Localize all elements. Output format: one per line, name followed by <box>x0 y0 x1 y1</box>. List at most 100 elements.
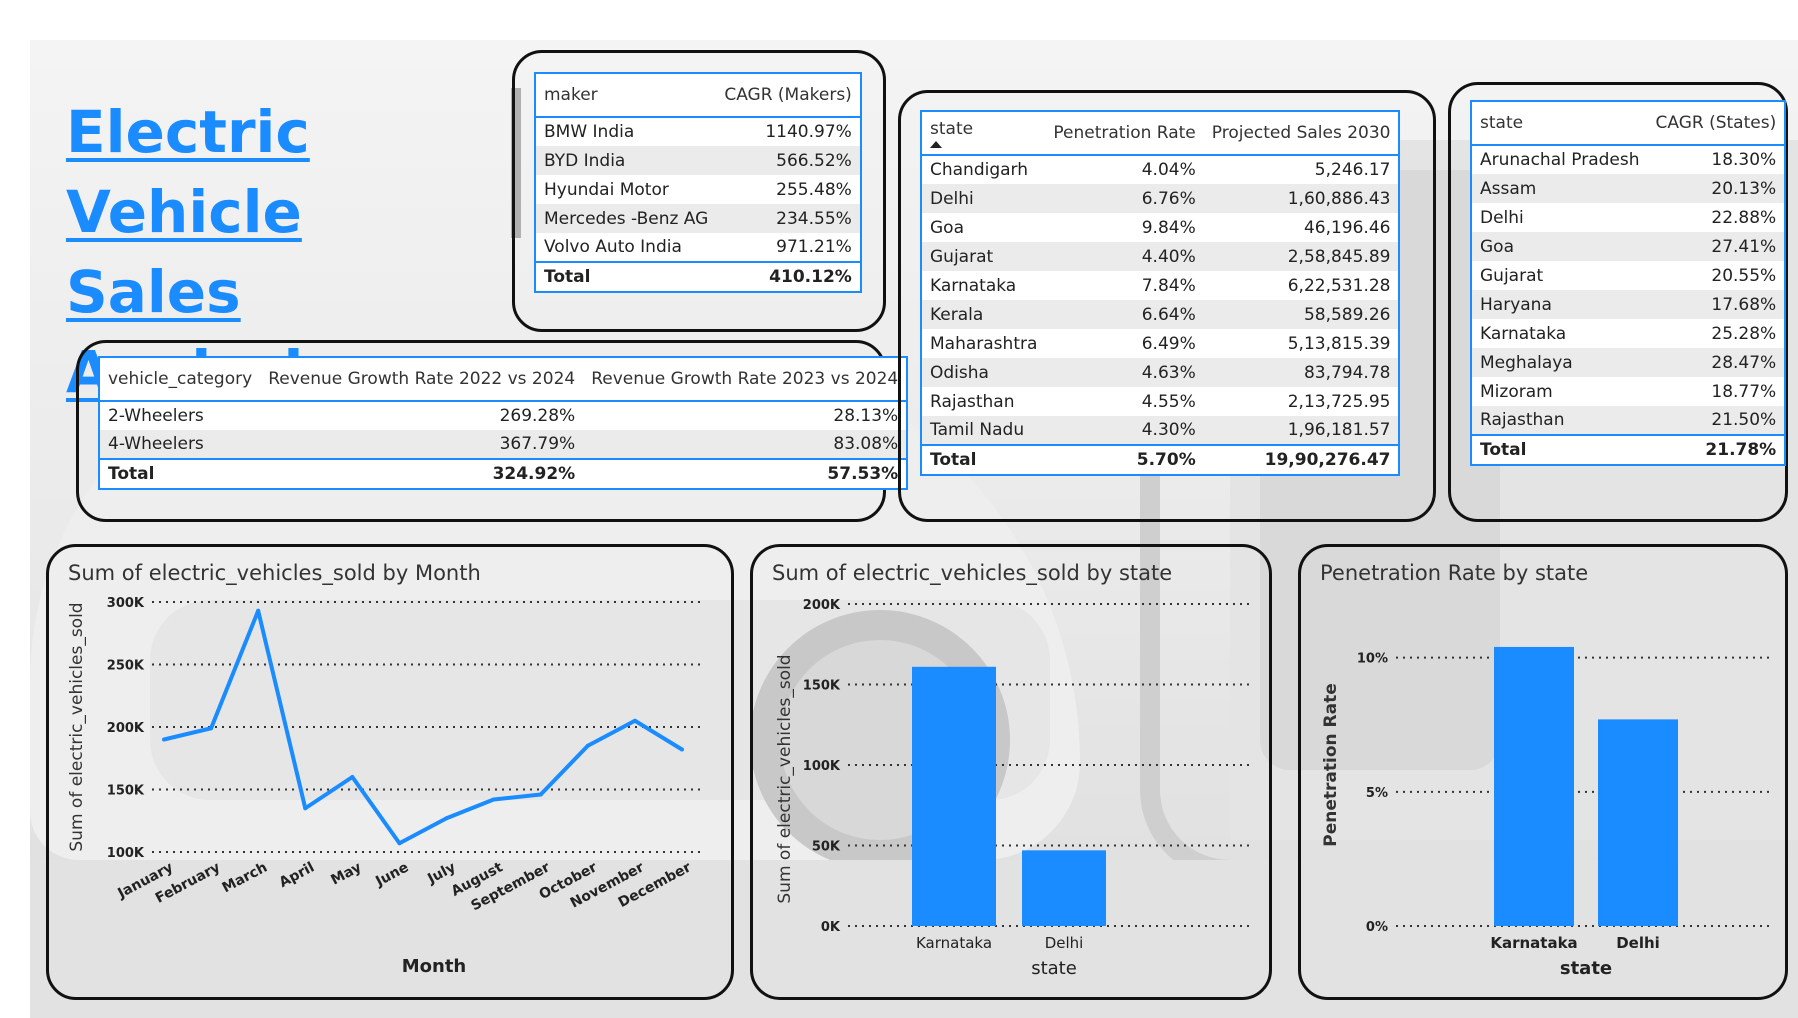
table-row[interactable]: Kerala 6.64% 58,589.26 <box>921 300 1400 329</box>
table-row[interactable]: Meghalaya 28.47% <box>1471 348 1786 377</box>
table-row[interactable]: Rajasthan 21.50% <box>1471 406 1786 435</box>
column-header-projected-sales[interactable]: Projected Sales 2030 <box>1203 111 1400 156</box>
cell-projected: 83,794.78 <box>1203 358 1400 387</box>
cell-total-growth-2023: 57.53% <box>583 458 908 489</box>
column-header-state[interactable]: state <box>1471 101 1648 146</box>
penetration-bar-chart[interactable]: 0% 5% 10% Karnataka Delhistate Penetration Ra… <box>1300 590 1786 998</box>
x-tick-label: March <box>220 859 270 896</box>
table-row[interactable]: Delhi 6.76% 1,60,886.43 <box>921 184 1400 213</box>
y-tick-label: 50K <box>812 840 841 855</box>
cell-total-label: Total <box>99 458 261 489</box>
state-projection-table[interactable]: state Penetration Rate Projected Sales 2… <box>920 110 1401 476</box>
table-row[interactable]: Karnataka 25.28% <box>1471 319 1785 348</box>
cell-cagr: 20.13% <box>1647 174 1786 203</box>
sort-ascending-icon[interactable] <box>930 140 942 148</box>
table-row[interactable]: Karnataka 7.84% 6,22,531.28 <box>921 271 1399 300</box>
table-row[interactable]: Delhi 22.88% <box>1471 203 1785 232</box>
revenue-growth-table[interactable]: vehicle_category Revenue Growth Rate 202… <box>98 356 909 490</box>
cell-cagr: 25.28% <box>1711 323 1777 344</box>
data-point <box>162 737 166 742</box>
cell-growth-2023: 28.13% <box>833 406 899 426</box>
y-tick-label: 250K <box>107 659 145 674</box>
data-point <box>585 743 590 748</box>
x-axis-title: state <box>1031 958 1077 979</box>
page-title-line-1: Electric Vehicle <box>66 98 310 246</box>
x-tick-label: Delhi <box>1616 934 1660 952</box>
table-header-row: state CAGR (States) <box>1471 101 1786 146</box>
cell-maker: Mercedes -Benz AG <box>535 204 717 233</box>
table-row[interactable]: Gujarat 20.55% <box>1471 261 1785 290</box>
table-row[interactable]: Mizoram 18.77% <box>1471 377 1785 406</box>
cell-projected: 1,96,181.57 <box>1203 416 1400 445</box>
table-row[interactable]: Maharashtra 6.49% 5,13,815.39 <box>921 329 1399 358</box>
x-tick-label: June <box>372 859 411 890</box>
y-tick-label: 10% <box>1357 652 1388 667</box>
table-row[interactable]: Tamil Nadu 4.30% 1,96,181.57 <box>921 416 1400 445</box>
cell-growth-2022: 269.28% <box>499 406 576 426</box>
column-header-cagr-states[interactable]: CAGR (States) <box>1647 101 1786 146</box>
table-total-row: Total 324.92% 57.53% <box>99 458 908 489</box>
data-point <box>397 841 402 846</box>
makers-cagr-table[interactable]: maker CAGR (Makers) BMW India 1140.97% B… <box>534 72 862 293</box>
y-tick-label: 150K <box>107 784 145 799</box>
cell-growth-2023: 83.08% <box>583 430 908 459</box>
table-row[interactable]: Arunachal Pradesh 18.30% <box>1471 145 1785 174</box>
table-row[interactable]: BMW India 1140.97% <box>535 117 861 146</box>
cell-state: Assam <box>1471 174 1648 203</box>
cell-state: Rajasthan <box>1471 406 1648 435</box>
cell-cagr: 17.68% <box>1647 290 1786 319</box>
cell-total-growth-2022: 324.92% <box>260 458 584 489</box>
y-tick-label: 100K <box>803 759 841 774</box>
table-row[interactable]: Gujarat 4.40% 2,58,845.89 <box>921 242 1400 271</box>
bar <box>1598 719 1678 926</box>
table-row[interactable]: 4-Wheelers 367.79% 83.08% <box>99 430 908 459</box>
column-header-growth-2023[interactable]: Revenue Growth Rate 2023 vs 2024 <box>583 357 908 402</box>
column-header-maker[interactable]: maker <box>535 73 717 118</box>
table-row[interactable]: Odisha 4.63% 83,794.78 <box>921 358 1400 387</box>
cell-state: Mizoram <box>1480 381 1553 402</box>
column-header-penetration-rate[interactable]: Penetration Rate <box>1045 111 1204 156</box>
table-row[interactable]: Volvo Auto India 971.21% <box>535 233 861 262</box>
cell-cagr: 20.55% <box>1711 265 1777 286</box>
table-row[interactable]: 2-Wheelers 269.28% 28.13% <box>99 401 907 430</box>
x-tick-label: Karnataka <box>916 934 992 952</box>
table-row[interactable]: BYD India 566.52% <box>535 146 861 175</box>
table-row[interactable]: Haryana 17.68% <box>1471 290 1786 319</box>
cell-penetration: 9.84% <box>1141 217 1196 238</box>
cell-projected: 5,13,815.39 <box>1287 333 1391 354</box>
series-line <box>163 608 684 846</box>
column-header-vehicle-category[interactable]: vehicle_category <box>99 357 261 402</box>
cell-cagr: 566.52% <box>716 146 861 175</box>
cell-state: Maharashtra <box>930 333 1038 354</box>
cell-state: Delhi <box>1480 207 1524 228</box>
table-row[interactable]: Rajasthan 4.55% 2,13,725.95 <box>921 387 1399 416</box>
column-header-cagr-makers[interactable]: CAGR (Makers) <box>716 73 861 118</box>
cell-state: Gujarat <box>921 242 1046 271</box>
table-row[interactable]: Hyundai Motor 255.48% <box>535 175 861 204</box>
x-tick-label: April <box>277 859 317 891</box>
x-tick-label: May <box>328 859 364 888</box>
cell-state: Tamil Nadu <box>921 416 1046 445</box>
data-point <box>632 718 637 723</box>
cell-penetration: 4.30% <box>1045 416 1204 445</box>
cell-state: Arunachal Pradesh <box>1480 150 1640 170</box>
table-row[interactable]: Goa 9.84% 46,196.46 <box>921 213 1399 242</box>
state-sales-bar-chart[interactable]: 0K 50K 100K 150K 200K Karnataka Delhi state Sum … <box>752 590 1270 998</box>
table-total-row: Total 410.12% <box>535 261 861 292</box>
x-tick-label: Karnataka <box>1490 934 1577 952</box>
table-row[interactable]: Goa 27.41% <box>1471 232 1786 261</box>
table-row[interactable]: Mercedes -Benz AG 234.55% <box>535 204 861 233</box>
column-header-state[interactable]: state <box>921 111 1046 156</box>
state-cagr-table[interactable]: state CAGR (States) Arunachal Pradesh 18… <box>1470 100 1787 466</box>
cell-state: Rajasthan <box>930 391 1015 412</box>
cell-cagr: 18.30% <box>1711 150 1777 170</box>
cell-cagr: 21.50% <box>1647 406 1786 435</box>
table-row[interactable]: Chandigarh 4.04% 5,246.17 <box>921 155 1399 184</box>
column-header-growth-2022[interactable]: Revenue Growth Rate 2022 vs 2024 <box>260 357 584 402</box>
monthly-sales-line-chart[interactable]: 100K150K200K250K300KJanuaryFebruaryMarch… <box>48 590 732 998</box>
column-header-state-label: state <box>930 118 974 139</box>
cell-maker: Volvo Auto India <box>544 237 682 257</box>
cell-cagr: 1140.97% <box>765 122 852 142</box>
table-row[interactable]: Assam 20.13% <box>1471 174 1786 203</box>
cell-state: Kerala <box>921 300 1046 329</box>
